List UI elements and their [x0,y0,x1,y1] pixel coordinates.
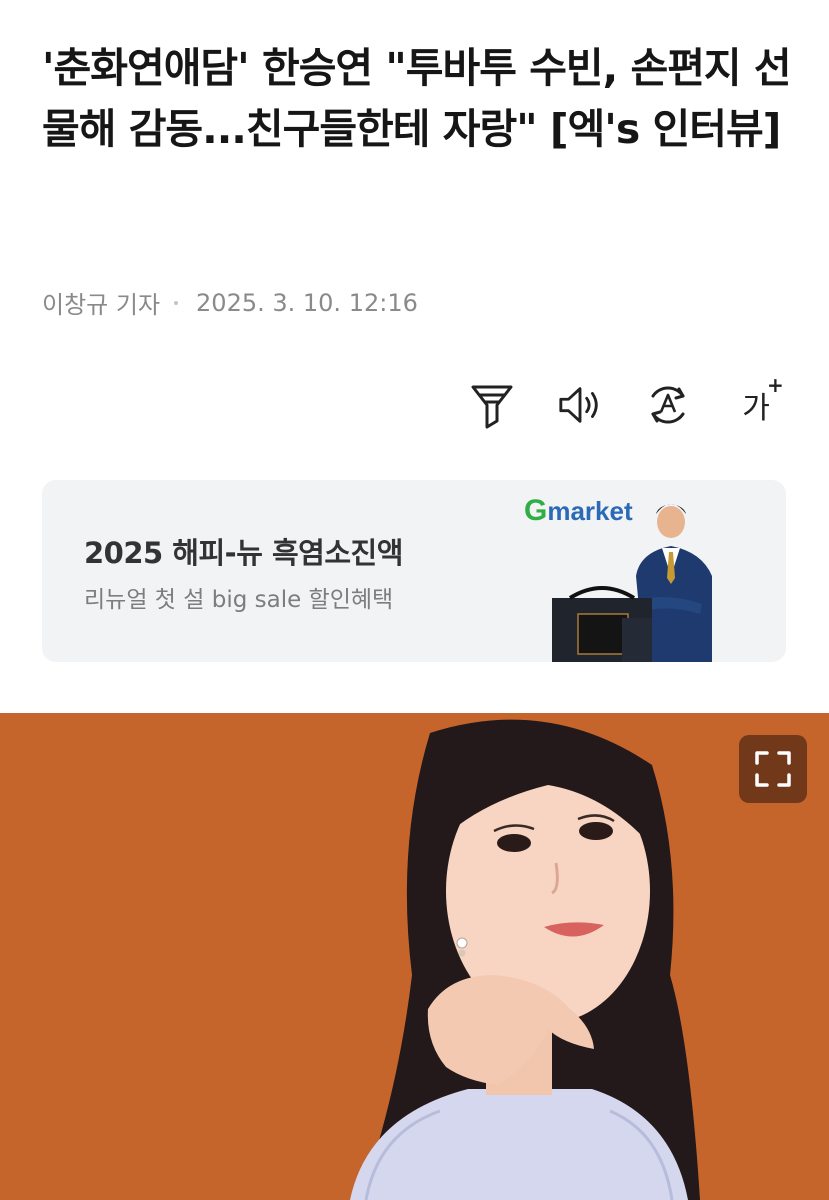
ad-brand-g: G [524,494,548,527]
article-photo[interactable] [0,713,829,1200]
publish-date: 2025. 3. 10. 12:16 [196,288,418,317]
reporter-name: 이창규 기자 [42,291,161,319]
fullscreen-button[interactable] [739,735,807,803]
font-size-label: 가 [742,391,770,426]
ad-subtitle: 리뉴얼 첫 설 big sale 할인혜택 [84,587,394,613]
filter-icon [471,385,513,429]
speaker-icon [559,387,598,423]
font-size-plus: + [767,373,784,397]
advertisement-banner[interactable]: 2025 해피-뉴 흑염소진액 리뉴얼 첫 설 big sale 할인혜택 Gm… [42,480,786,662]
article-headline: '춘화연애담' 한승연 "투바투 수빈, 손편지 선물해 감동...친구들한테 … [42,44,792,153]
meta-separator [174,300,179,305]
ad-brand-rest: market [547,496,633,526]
ad-title: 2025 해피-뉴 흑염소진액 [84,536,403,570]
text-to-speech-button[interactable] [557,380,603,430]
font-size-icon: 가 + [742,373,784,427]
article-toolbar: 가 + [469,373,784,430]
portrait-illustration [350,719,700,1200]
article-meta: 이창규 기자 2025. 3. 10. 12:16 [42,285,418,320]
expand-icon [755,751,791,787]
translate-icon [651,386,685,424]
summary-filter-button[interactable] [469,380,515,430]
translate-button[interactable] [645,380,691,430]
font-size-button[interactable]: 가 + [733,373,784,430]
article-header: '춘화연애담' 한승연 "투바투 수빈, 손편지 선물해 감동...친구들한테 … [42,38,802,160]
ad-brand-logo: Gmarket [524,494,633,528]
